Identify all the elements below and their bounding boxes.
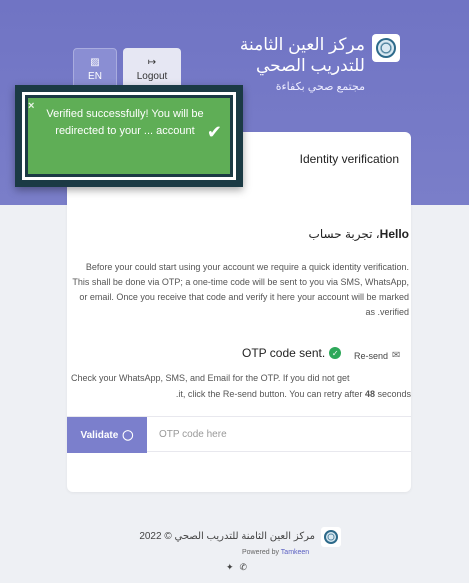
twitter-icon[interactable]: ✦ xyxy=(226,562,234,573)
logo-emblem-icon xyxy=(376,38,396,58)
card-title: Identity verification xyxy=(299,152,399,166)
close-icon[interactable]: × xyxy=(28,100,34,112)
whatsapp-icon[interactable]: ✆ xyxy=(240,562,248,573)
footer-emblem-icon xyxy=(324,530,338,544)
powered-by-label: Powered by xyxy=(242,549,279,556)
tamkeen-link[interactable]: Tamkeen xyxy=(281,549,309,556)
otp-sent-status: ✓ .OTP code sent xyxy=(242,346,342,360)
brand-subtitle: مجتمع صحي بكفاءة xyxy=(275,81,365,93)
otp-form: Validate ◯ xyxy=(67,416,411,453)
greeting-hello: Hello xyxy=(379,227,409,241)
otp-instructions-line1: Check your WhatsApp, SMS, and Email for … xyxy=(71,373,350,383)
otp-instructions: Check your WhatsApp, SMS, and Email for … xyxy=(71,370,411,402)
greeting: Hello، تجربة حساب xyxy=(309,227,409,241)
otp-sent-label: .OTP code sent xyxy=(242,346,326,360)
brand-logo xyxy=(372,34,400,62)
resend-button[interactable]: Re-send ✉ xyxy=(354,350,400,361)
envelope-icon: ✉ xyxy=(392,350,401,361)
otp-instructions-line2: .it, click the Re-send button. You can r… xyxy=(71,386,411,402)
footer-powered-by: Powered by Tamkeen xyxy=(242,549,309,556)
footer-logo xyxy=(321,527,341,547)
social-links: ✦ ✆ xyxy=(226,562,247,573)
greeting-name: ، تجربة حساب xyxy=(308,227,380,241)
brand-title: مركز العين الثامنة للتدريب الصحي xyxy=(239,35,365,75)
toast-border: × Verified successfully! You will be red… xyxy=(22,92,236,180)
checkmark-icon: ✔ xyxy=(206,122,222,142)
validate-label: Validate xyxy=(80,429,119,441)
intro-text: Before your could start using your accou… xyxy=(72,262,409,317)
otp-input[interactable] xyxy=(147,417,411,451)
language-button-label: EN xyxy=(88,71,102,82)
check-circle-outline-icon: ◯ xyxy=(122,429,134,441)
logout-icon: ↦ xyxy=(147,57,157,68)
resend-label: Re-send xyxy=(354,350,389,361)
otp-instructions-prefix: .it, click the Re-send button. You can r… xyxy=(175,389,363,399)
translate-icon: ▨ xyxy=(90,57,100,68)
success-toast: × Verified successfully! You will be red… xyxy=(28,98,230,174)
retry-seconds: 48 xyxy=(364,389,375,399)
validate-button[interactable]: Validate ◯ xyxy=(67,417,147,453)
toast-message: Verified successfully! You will be redir… xyxy=(46,108,204,137)
logout-button-label: Logout xyxy=(136,71,168,82)
footer-copyright: مركز العين الثامنة للتدريب الصحي © 2022 xyxy=(139,531,315,542)
check-circle-icon: ✓ xyxy=(329,347,342,359)
toast-highlight-frame: × Verified successfully! You will be red… xyxy=(15,85,243,187)
otp-instructions-suffix: seconds xyxy=(377,389,411,399)
